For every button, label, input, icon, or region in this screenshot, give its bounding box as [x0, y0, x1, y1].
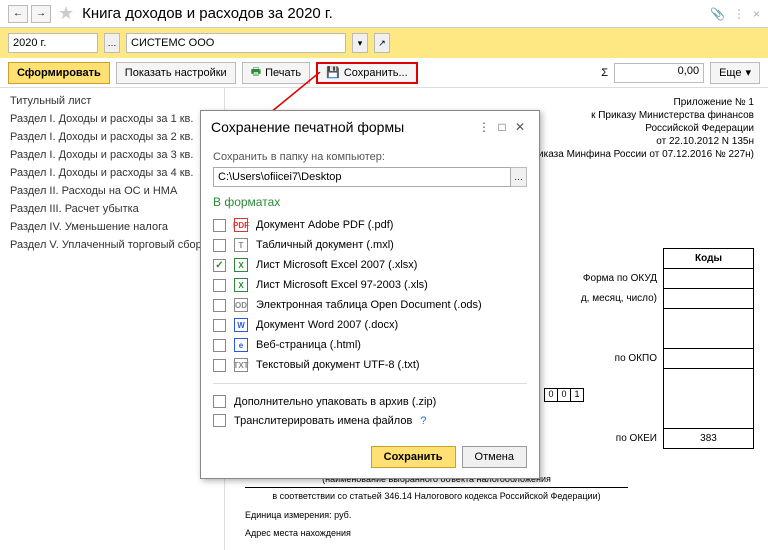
format-label: Табличный документ (.mxl) — [256, 239, 394, 251]
format-label: Документ Word 2007 (.docx) — [256, 319, 398, 331]
toolbar: Сформировать Показать настройки 🖶Печать … — [0, 58, 768, 88]
footer-line: Адрес места нахождения — [245, 527, 628, 540]
sidebar-item[interactable]: Титульный лист — [0, 92, 224, 110]
sidebar-item[interactable]: Раздел I. Доходы и расходы за 2 кв. — [0, 128, 224, 146]
format-row: ✓ X Лист Microsoft Excel 2007 (.xlsx) — [213, 255, 527, 275]
appendix-line: Приложение № 1 — [239, 96, 754, 109]
format-checkbox[interactable] — [213, 299, 226, 312]
sidebar-item[interactable]: Раздел IV. Уменьшение налога — [0, 218, 224, 236]
format-label: Веб-страница (.html) — [256, 339, 361, 351]
format-checkbox[interactable] — [213, 279, 226, 292]
format-checkbox[interactable] — [213, 219, 226, 232]
format-icon: e — [234, 338, 248, 352]
format-label: Документ Adobe PDF (.pdf) — [256, 219, 393, 231]
dialog-title: Сохранение печатной формы — [211, 119, 475, 135]
format-icon: OD — [234, 298, 248, 312]
format-label: Текстовый документ UTF-8 (.txt) — [256, 359, 420, 371]
format-row: OD Электронная таблица Open Document (.o… — [213, 295, 527, 315]
dialog-save-button[interactable]: Сохранить — [371, 446, 456, 468]
menu-dots-icon[interactable]: ⋮ — [733, 7, 745, 21]
sidebar: Титульный листРаздел I. Доходы и расходы… — [0, 88, 225, 550]
save-button[interactable]: 💾Сохранить... — [316, 62, 418, 84]
format-label: Лист Microsoft Excel 2007 (.xlsx) — [256, 259, 417, 271]
close-icon[interactable]: × — [753, 7, 760, 21]
attach-icon[interactable]: 📎 — [710, 7, 725, 21]
translit-label: Транслитерировать имена файлов — [234, 415, 412, 427]
dialog-cancel-button[interactable]: Отмена — [462, 446, 527, 468]
format-icon: X — [234, 278, 248, 292]
sum-value: 0,00 — [614, 63, 704, 83]
zip-label: Дополнительно упаковать в архив (.zip) — [234, 396, 436, 408]
date-digit: 0 — [557, 388, 571, 402]
settings-button[interactable]: Показать настройки — [116, 62, 236, 84]
translit-checkbox[interactable] — [213, 414, 226, 427]
favorite-star-icon[interactable]: ★ — [58, 3, 74, 24]
help-link[interactable]: ? — [420, 415, 426, 427]
format-icon: X — [234, 258, 248, 272]
period-select-button[interactable]: … — [104, 33, 120, 53]
filter-bar: … ▾ ↗ — [0, 28, 768, 58]
format-icon: T — [234, 238, 248, 252]
footer-line: Единица измерения: руб. — [245, 509, 628, 522]
printer-icon: 🖶 — [251, 63, 261, 82]
sidebar-item[interactable]: Раздел III. Расчет убытка — [0, 200, 224, 218]
format-row: X Лист Microsoft Excel 97-2003 (.xls) — [213, 275, 527, 295]
footer-line: в соответствии со статьей 346.14 Налогов… — [245, 490, 628, 503]
sum-label: Σ — [601, 67, 608, 79]
format-row: W Документ Word 2007 (.docx) — [213, 315, 527, 335]
titlebar: ← → ★ Книга доходов и расходов за 2020 г… — [0, 0, 768, 28]
format-checkbox[interactable]: ✓ — [213, 259, 226, 272]
sidebar-item[interactable]: Раздел I. Доходы и расходы за 3 кв. — [0, 146, 224, 164]
date-digit: 1 — [570, 388, 584, 402]
path-input[interactable] — [213, 167, 511, 187]
format-row: T Табличный документ (.mxl) — [213, 235, 527, 255]
zip-checkbox[interactable] — [213, 395, 226, 408]
page-title: Книга доходов и расходов за 2020 г. — [82, 5, 710, 22]
org-open-button[interactable]: ↗ — [374, 33, 390, 53]
nav-forward-button[interactable]: → — [31, 5, 51, 23]
period-input[interactable] — [8, 33, 98, 53]
formats-heading: В форматах — [213, 195, 527, 209]
sidebar-item[interactable]: Раздел II. Расходы на ОС и НМА — [0, 182, 224, 200]
org-input[interactable] — [126, 33, 346, 53]
format-label: Электронная таблица Open Document (.ods) — [256, 299, 482, 311]
format-icon: W — [234, 318, 248, 332]
format-checkbox[interactable] — [213, 319, 226, 332]
sidebar-item[interactable]: Раздел V. Уплаченный торговый сбор — [0, 236, 224, 254]
dialog-close-icon[interactable]: ✕ — [511, 120, 529, 134]
sidebar-item[interactable]: Раздел I. Доходы и расходы за 4 кв. — [0, 164, 224, 182]
format-row: PDF Документ Adobe PDF (.pdf) — [213, 215, 527, 235]
format-icon: TXT — [234, 358, 248, 372]
dialog-menu-icon[interactable]: ⋮ — [475, 120, 493, 134]
format-label: Лист Microsoft Excel 97-2003 (.xls) — [256, 279, 428, 291]
format-row: TXT Текстовый документ UTF-8 (.txt) — [213, 355, 527, 375]
print-button[interactable]: 🖶Печать — [242, 62, 310, 84]
diskette-icon: 💾 — [326, 66, 340, 79]
date-digit: 0 — [544, 388, 558, 402]
date-boxes: 001 — [545, 388, 584, 402]
codes-table: Коды Форма по ОКУД д, месяц, число) по О… — [577, 248, 754, 449]
form-button[interactable]: Сформировать — [8, 62, 110, 84]
format-icon: PDF — [234, 218, 248, 232]
format-row: e Веб-страница (.html) — [213, 335, 527, 355]
format-checkbox[interactable] — [213, 339, 226, 352]
save-dialog: Сохранение печатной формы ⋮ □ ✕ Сохранит… — [200, 110, 540, 479]
path-label: Сохранить в папку на компьютер: — [213, 151, 527, 163]
format-checkbox[interactable] — [213, 239, 226, 252]
format-checkbox[interactable] — [213, 359, 226, 372]
more-button[interactable]: Еще ▾ — [710, 62, 760, 84]
sidebar-item[interactable]: Раздел I. Доходы и расходы за 1 кв. — [0, 110, 224, 128]
nav-back-button[interactable]: ← — [8, 5, 28, 23]
path-browse-button[interactable]: … — [511, 167, 527, 187]
dialog-maximize-icon[interactable]: □ — [493, 120, 511, 134]
org-clear-button[interactable]: ▾ — [352, 33, 368, 53]
